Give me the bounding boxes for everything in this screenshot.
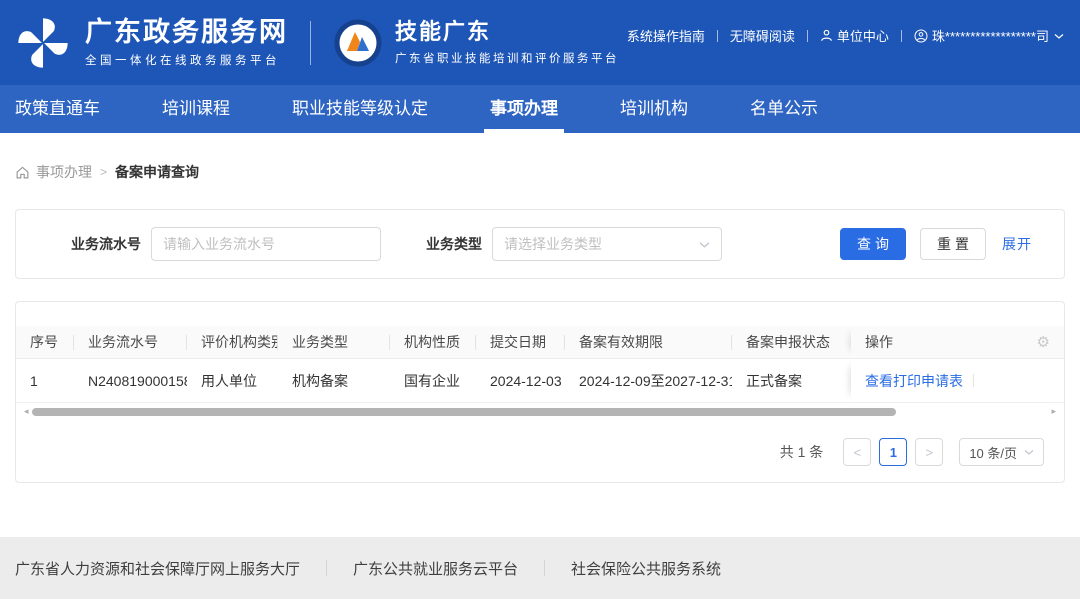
scrollbar-track[interactable]	[32, 407, 1049, 417]
cell-action: 查看打印申请表	[851, 359, 1064, 402]
next-page-button[interactable]: >	[915, 438, 943, 466]
unit-center-link[interactable]: 单位中心	[820, 26, 889, 45]
col-header-validity: 备案有效期限	[565, 326, 732, 358]
nav-item-training-courses[interactable]: 培训课程	[162, 85, 230, 133]
system-guide-link[interactable]: 系统操作指南	[627, 26, 705, 45]
view-print-application-link[interactable]: 查看打印申请表	[865, 371, 963, 391]
footer-link-hr-social-security-hall[interactable]: 广东省人力资源和社会保障厅网上服务大厅	[15, 558, 300, 579]
serial-number-input[interactable]	[151, 227, 381, 261]
table-header-row: 序号 业务流水号 评价机构类别 业务类型 机构性质 提交日期 备案有效期限 备案…	[16, 326, 1064, 359]
breadcrumb-parent[interactable]: 事项办理	[36, 162, 92, 182]
total-count-label: 共 1 条	[780, 442, 824, 462]
cell-serial: N240819000158	[74, 359, 187, 402]
accessibility-link[interactable]: 无障碍阅读	[730, 26, 795, 45]
page-size-select[interactable]: 10 条/页	[959, 438, 1044, 466]
scrollbar-thumb[interactable]	[32, 408, 896, 416]
site-header: 广东政务服务网 全国一体化在线政务服务平台 技能广东 广东省职业技能培训和评价服…	[0, 0, 1080, 85]
nav-item-skill-level-certification[interactable]: 职业技能等级认定	[292, 85, 428, 133]
main-nav: 政策直通车 培训课程 职业技能等级认定 事项办理 培训机构 名单公示	[0, 85, 1080, 133]
action-header-label: 操作	[865, 332, 893, 352]
col-header-serial: 业务流水号	[74, 326, 187, 358]
platform-brand: 技能广东 广东省职业技能培训和评价服务平台	[333, 18, 619, 68]
cell-status: 正式备案	[732, 359, 851, 402]
business-type-label: 业务类型	[426, 234, 482, 254]
pagination: 共 1 条 < 1 > 10 条/页	[16, 438, 1064, 466]
breadcrumb-current: 备案申请查询	[115, 162, 199, 182]
skills-guangdong-emblem-icon	[333, 18, 383, 68]
col-header-nature: 机构性质	[390, 326, 476, 358]
col-header-submit-date: 提交日期	[476, 326, 565, 358]
reset-button[interactable]: 重置	[920, 228, 986, 260]
home-icon[interactable]	[15, 165, 30, 180]
platform-title: 技能广东	[395, 19, 619, 45]
expand-link[interactable]: 展开	[1002, 234, 1032, 254]
footer-divider	[544, 560, 545, 576]
scroll-left-arrow-icon[interactable]: ◂	[24, 407, 29, 416]
col-header-category: 评价机构类别	[187, 326, 278, 358]
nav-item-policy-express[interactable]: 政策直通车	[15, 85, 100, 133]
account-name: 珠******************司	[932, 26, 1049, 45]
business-type-select[interactable]: 请选择业务类型	[492, 227, 722, 261]
gov-brand: 广东政务服务网 全国一体化在线政务服务平台	[15, 15, 288, 71]
page-size-value: 10 条/页	[969, 443, 1017, 462]
prev-page-button[interactable]: <	[843, 438, 871, 466]
col-header-action: 操作 ⚙	[851, 326, 1064, 358]
col-header-status: 备案申报状态	[732, 326, 851, 358]
content-spacer	[0, 483, 1080, 537]
footer-link-public-employment-cloud[interactable]: 广东公共就业服务云平台	[353, 558, 518, 579]
results-panel: 序号 业务流水号 评价机构类别 业务类型 机构性质 提交日期 备案有效期限 备案…	[15, 301, 1065, 483]
chevron-down-icon	[1054, 32, 1064, 40]
col-header-index: 序号	[16, 326, 74, 358]
unit-center-label: 单位中心	[837, 26, 889, 45]
cell-index: 1	[16, 359, 74, 402]
serial-number-label: 业务流水号	[71, 234, 141, 254]
person-icon	[820, 29, 833, 42]
column-settings-gear-icon[interactable]: ⚙	[1037, 335, 1050, 350]
nav-item-matter-handling[interactable]: 事项办理	[490, 85, 558, 133]
nav-item-training-institutions[interactable]: 培训机构	[620, 85, 688, 133]
scroll-right-arrow-icon[interactable]: ▸	[1051, 407, 1056, 416]
gov-pinwheel-logo-icon	[15, 15, 71, 71]
link-divider	[807, 30, 808, 42]
horizontal-scrollbar: ◂ ▸	[24, 405, 1056, 418]
site-title: 广东政务服务网	[85, 17, 288, 48]
search-panel: 业务流水号 业务类型 请选择业务类型 查询 重置 展开	[15, 209, 1065, 279]
footer-link-social-insurance-service[interactable]: 社会保险公共服务系统	[571, 558, 721, 579]
business-type-placeholder: 请选择业务类型	[504, 234, 602, 254]
cell-validity: 2024-12-09至2027-12-31	[565, 359, 732, 402]
table-row: 1 N240819000158 用人单位 机构备案 国有企业 2024-12-0…	[16, 359, 1064, 403]
link-divider	[901, 30, 902, 42]
footer-divider	[326, 560, 327, 576]
header-links: 系统操作指南 无障碍阅读 单位中心 珠****************	[627, 26, 1064, 45]
account-dropdown[interactable]: 珠******************司	[914, 26, 1064, 45]
site-subtitle: 全国一体化在线政务服务平台	[85, 52, 288, 68]
chevron-down-icon	[1024, 448, 1034, 456]
search-actions: 查询 重置 展开	[840, 228, 1032, 260]
platform-subtitle: 广东省职业技能培训和评价服务平台	[395, 50, 619, 66]
link-divider	[717, 30, 718, 42]
site-footer: 广东省人力资源和社会保障厅网上服务大厅 广东公共就业服务云平台 社会保险公共服务…	[0, 537, 1080, 599]
chevron-down-icon	[699, 236, 710, 252]
breadcrumb: 事项办理 > 备案申请查询	[15, 162, 1065, 182]
page-1-button[interactable]: 1	[879, 438, 907, 466]
account-avatar-icon	[914, 29, 928, 43]
cell-type: 机构备案	[278, 359, 390, 402]
action-divider	[973, 374, 974, 387]
cell-nature: 国有企业	[390, 359, 476, 402]
brand-divider	[310, 21, 311, 65]
cell-submit-date: 2024-12-03	[476, 359, 565, 402]
query-button[interactable]: 查询	[840, 228, 906, 260]
cell-category: 用人单位	[187, 359, 278, 402]
nav-item-public-list[interactable]: 名单公示	[750, 85, 818, 133]
breadcrumb-separator: >	[100, 165, 107, 179]
results-table: 序号 业务流水号 评价机构类别 业务类型 机构性质 提交日期 备案有效期限 备案…	[16, 326, 1064, 403]
col-header-type: 业务类型	[278, 326, 390, 358]
